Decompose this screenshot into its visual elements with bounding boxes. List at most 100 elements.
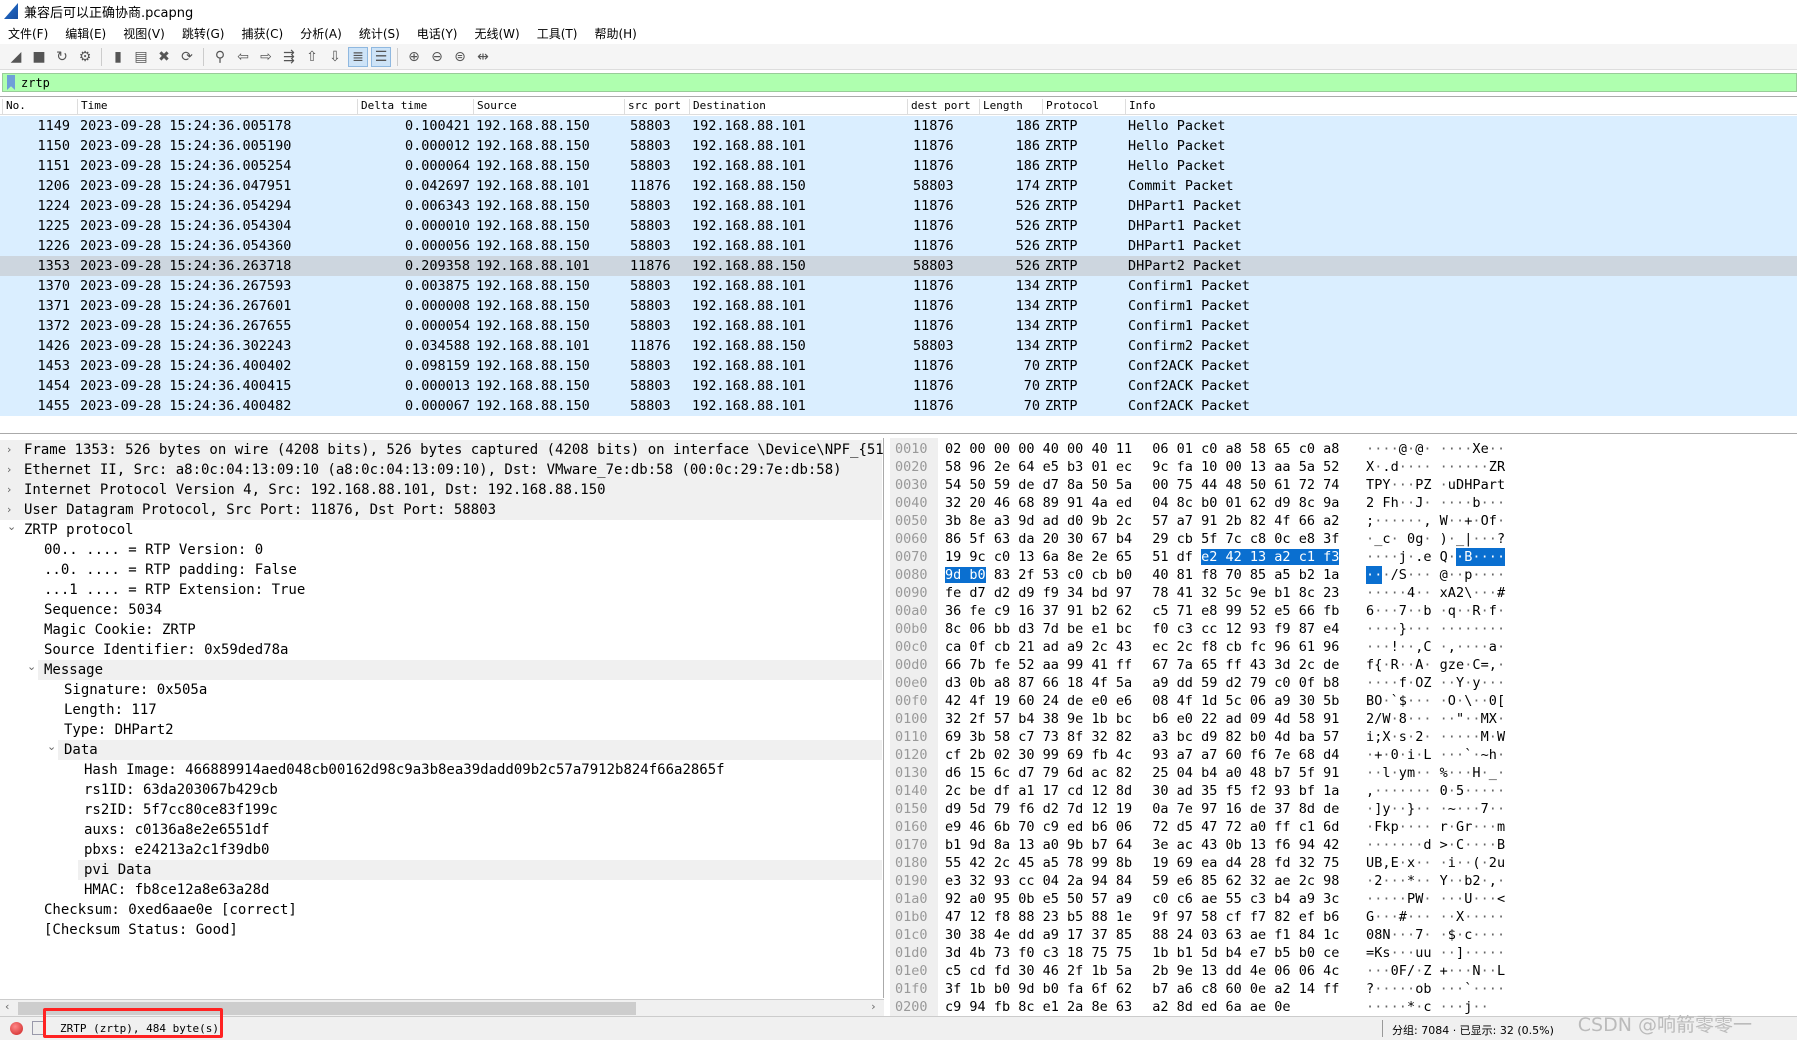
ascii-char[interactable]: · — [1489, 494, 1497, 512]
hex-byte[interactable]: 8a — [994, 837, 1010, 853]
ascii-char[interactable]: · — [1448, 710, 1456, 728]
hex-byte[interactable]: 72 — [1225, 819, 1241, 835]
hex-byte[interactable]: 5a — [1116, 675, 1132, 691]
hex-byte[interactable]: 2a — [1067, 873, 1083, 889]
ascii-char[interactable]: · — [1399, 800, 1407, 818]
hex-byte[interactable]: 32 — [1201, 585, 1217, 601]
hex-byte[interactable]: b1 — [1177, 945, 1193, 961]
ascii-char[interactable]: · — [1448, 782, 1456, 800]
menu-item[interactable]: 工具(T) — [529, 25, 587, 42]
ascii-char[interactable]: · — [1489, 800, 1497, 818]
hex-byte[interactable]: f0 — [1152, 621, 1168, 637]
hex-byte[interactable]: 64 — [1018, 459, 1034, 475]
hex-byte[interactable]: d9 — [1201, 729, 1217, 745]
hex-byte[interactable]: 42 — [1225, 549, 1242, 565]
hex-byte[interactable]: b8 — [1323, 675, 1339, 691]
ascii-char[interactable]: · — [1391, 872, 1399, 890]
hex-byte[interactable]: 99 — [1091, 855, 1107, 871]
hex-byte[interactable]: 78 — [1067, 855, 1083, 871]
hex-byte[interactable]: 8c — [945, 621, 961, 637]
hex-byte[interactable]: 63 — [1225, 927, 1241, 943]
ascii-char[interactable]: · — [1489, 530, 1497, 548]
hex-byte[interactable]: 19 — [1116, 801, 1132, 817]
hex-byte[interactable]: f3 — [1323, 549, 1340, 565]
hex-byte[interactable]: dd — [1018, 927, 1034, 943]
ascii-char[interactable]: · — [1497, 638, 1505, 656]
hex-byte[interactable]: 72 — [1299, 477, 1315, 493]
scroll-right-icon[interactable]: › — [870, 1000, 877, 1013]
ascii-char[interactable]: · — [1489, 782, 1497, 800]
ascii-char[interactable]: · — [1423, 728, 1431, 746]
hex-byte[interactable]: 85 — [1201, 873, 1217, 889]
hex-byte[interactable]: 36 — [945, 603, 961, 619]
hex-byte[interactable]: 32 — [969, 873, 985, 889]
hex-byte[interactable]: 22 — [1201, 711, 1217, 727]
ascii-char[interactable]: ! — [1391, 638, 1399, 656]
hex-byte[interactable]: b3 — [1067, 459, 1083, 475]
ascii-char[interactable]: · — [1456, 494, 1464, 512]
close-file-icon[interactable]: ✖ — [154, 47, 174, 67]
packet-row[interactable]: 1453 2023-09-28 15:24:36.400402 0.098159 19… — [0, 356, 1797, 376]
ascii-char[interactable]: · — [1374, 890, 1382, 908]
ascii-char[interactable]: · — [1374, 566, 1383, 584]
hex-byte[interactable]: bd — [1091, 585, 1107, 601]
ascii-char[interactable]: Y — [1440, 872, 1448, 890]
resize-columns-icon[interactable]: ⇹ — [473, 47, 493, 67]
ascii-char[interactable]: O — [1415, 674, 1423, 692]
hex-byte[interactable]: 0f — [1299, 675, 1315, 691]
hex-byte[interactable]: d6 — [945, 765, 961, 781]
ascii-char[interactable]: L — [1497, 962, 1505, 980]
hex-byte[interactable]: b7 — [1152, 981, 1168, 997]
hex-byte[interactable]: e5 — [1043, 459, 1059, 475]
ascii-char[interactable]: · — [1448, 944, 1456, 962]
hex-byte[interactable]: f9 — [1274, 621, 1290, 637]
hex-byte[interactable]: b4 — [1274, 891, 1290, 907]
ascii-char[interactable]: U — [1464, 890, 1472, 908]
hex-byte[interactable]: 55 — [1225, 891, 1241, 907]
start-capture-icon[interactable]: ◢ — [6, 47, 26, 67]
ascii-char[interactable]: ] — [1456, 944, 1464, 962]
hex-byte[interactable]: a2 — [1274, 549, 1291, 565]
ascii-char[interactable]: · — [1481, 530, 1489, 548]
ascii-char[interactable]: · — [1399, 638, 1407, 656]
hex-byte[interactable]: 00 — [1152, 477, 1168, 493]
hex-byte[interactable]: a8 — [1323, 441, 1339, 457]
hex-byte[interactable]: a9 — [1043, 927, 1059, 943]
ascii-char[interactable]: c — [1382, 530, 1390, 548]
ascii-char[interactable]: · — [1391, 620, 1399, 638]
ascii-char[interactable]: · — [1407, 512, 1415, 530]
hex-byte[interactable]: 16 — [1018, 603, 1034, 619]
hex-byte[interactable]: f1 — [1274, 927, 1290, 943]
hex-byte[interactable]: 42 — [969, 855, 985, 871]
ascii-char[interactable]: @ — [1440, 566, 1448, 584]
ascii-char[interactable]: · — [1382, 908, 1390, 926]
ascii-char[interactable]: · — [1440, 494, 1448, 512]
ascii-char[interactable]: · — [1391, 980, 1399, 998]
ascii-char[interactable]: M — [1481, 728, 1489, 746]
ascii-char[interactable]: · — [1407, 980, 1415, 998]
ascii-char[interactable]: · — [1366, 962, 1374, 980]
ascii-char[interactable]: G — [1456, 818, 1464, 836]
hex-byte[interactable]: 38 — [969, 927, 985, 943]
hex-byte[interactable]: b7 — [1091, 837, 1107, 853]
ascii-char[interactable]: · — [1480, 548, 1489, 566]
hex-byte[interactable]: 70 — [1018, 819, 1034, 835]
ascii-char[interactable]: · — [1440, 944, 1448, 962]
hex-byte[interactable]: 9e — [1250, 585, 1266, 601]
ascii-char[interactable]: · — [1481, 872, 1489, 890]
hex-byte[interactable]: 2c — [1091, 639, 1107, 655]
ascii-char[interactable]: · — [1464, 620, 1472, 638]
hex-byte[interactable]: ec — [1152, 639, 1168, 655]
ascii-char[interactable]: · — [1407, 926, 1415, 944]
hex-byte[interactable]: c5 — [945, 963, 961, 979]
colorize-icon[interactable]: ☰ — [371, 46, 391, 67]
hex-byte[interactable]: 00 — [969, 441, 985, 457]
ascii-char[interactable]: · — [1464, 440, 1472, 458]
ascii-char[interactable]: · — [1399, 476, 1407, 494]
save-file-icon[interactable]: ▤ — [131, 47, 151, 67]
hex-byte[interactable]: 65 — [1201, 657, 1217, 673]
ascii-char[interactable]: O — [1481, 512, 1489, 530]
hex-byte[interactable]: 6d — [1067, 765, 1083, 781]
ascii-char[interactable]: · — [1382, 836, 1390, 854]
hex-byte[interactable]: b0 — [994, 981, 1010, 997]
